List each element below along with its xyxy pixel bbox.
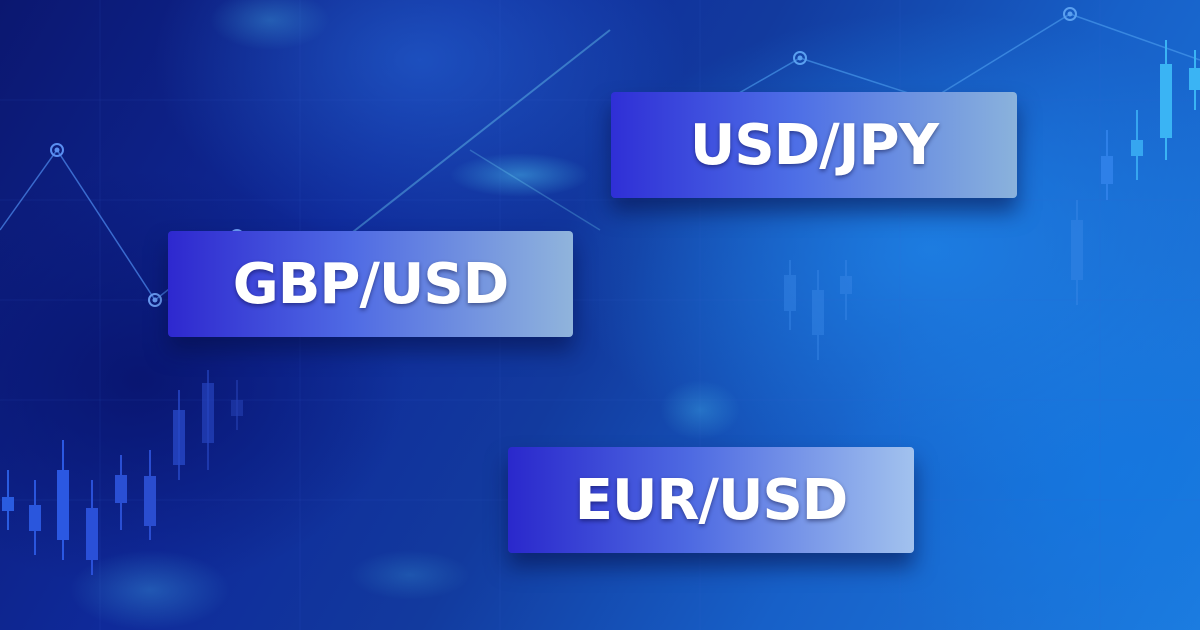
candlestick-chart-left [2, 370, 243, 575]
usdjpy-label: USD/JPY [689, 112, 939, 178]
gbpusd-label-box: GBP/USD [168, 231, 573, 337]
gbpusd-label: GBP/USD [232, 251, 509, 317]
eurusd-label: EUR/USD [574, 467, 849, 533]
usdjpy-label-box: USD/JPY [611, 92, 1017, 198]
banner-canvas: USD/JPY GBP/USD EUR/USD [0, 0, 1200, 630]
eurusd-label-box: EUR/USD [508, 447, 914, 553]
